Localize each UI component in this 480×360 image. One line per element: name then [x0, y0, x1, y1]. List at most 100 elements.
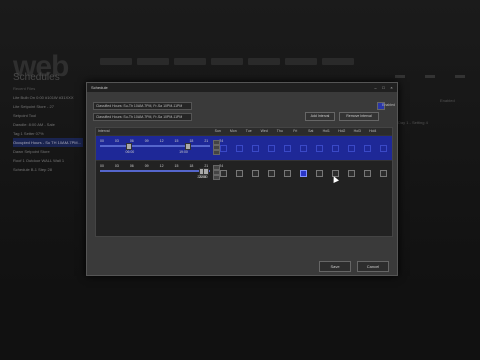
bg-tab[interactable]: [322, 58, 354, 65]
end-time-handle[interactable]: [185, 143, 192, 150]
day-checkbox[interactable]: [268, 145, 275, 152]
remove-interval-button[interactable]: Remove Interval: [339, 112, 379, 121]
day-checkbox[interactable]: [300, 145, 307, 152]
day-checkbox[interactable]: [364, 170, 371, 177]
sidebar-header: Recent Files: [13, 86, 36, 91]
day-checkbox[interactable]: [236, 170, 243, 177]
bg-tab[interactable]: [211, 58, 243, 65]
save-button[interactable]: Save: [319, 261, 351, 272]
day-checkbox[interactable]: [348, 170, 355, 177]
sidebar-item[interactable]: Schedule B-1 Step 28: [13, 165, 83, 174]
bg-tab[interactable]: [285, 58, 317, 65]
interval-grid: Interval Sun Mon Tue Wed Thu Fri Sat Hol1 Hol2 Ho…: [95, 127, 393, 237]
day-header: Hol1: [322, 129, 330, 133]
interval-row[interactable]: 00 03 06 09 12 15 18 21 24 22:00 23:00: [96, 160, 392, 185]
bg-right-tab[interactable]: [395, 75, 405, 78]
sidebar-item[interactable]: Dawdle: 8:00 AM - Sale: [13, 120, 83, 129]
day-checkbox[interactable]: [364, 145, 371, 152]
bg-right-tabs: [395, 75, 465, 78]
sidebar-item[interactable]: Lite Bulb On 0:00 #101W #31XXX: [13, 93, 83, 102]
sidebar-item[interactable]: Roof 1 Outdoor WALL Wall 1: [13, 156, 83, 165]
hour-tick-label: 00: [100, 139, 104, 143]
sidebar-item[interactable]: Tag 1 Setter 07%: [13, 129, 83, 138]
hour-tick-label: 03: [114, 164, 119, 168]
hour-tick-label: 06: [129, 164, 134, 168]
day-checkbox[interactable]: [284, 170, 291, 177]
day-checkbox[interactable]: [316, 145, 323, 152]
day-checkbox[interactable]: [348, 145, 355, 152]
row-spinner-button[interactable]: [213, 150, 220, 155]
hour-tick-label: 00: [100, 164, 104, 168]
add-interval-button[interactable]: Add Interval: [305, 112, 335, 121]
maximize-button[interactable]: □: [381, 85, 386, 90]
day-header: Sun: [214, 129, 221, 133]
day-checkbox[interactable]: [220, 170, 227, 177]
day-checkbox[interactable]: [316, 170, 323, 177]
bg-detail-text: Day 1 - Setting 4: [398, 120, 428, 125]
bg-right-tab[interactable]: [425, 75, 435, 78]
bg-right-tab[interactable]: [455, 75, 465, 78]
sidebar-item[interactable]: Dawn Setpoint Store: [13, 147, 83, 156]
bg-tab[interactable]: [137, 58, 169, 65]
day-header: Fri: [293, 129, 298, 133]
day-checkbox[interactable]: [380, 170, 387, 177]
close-button[interactable]: ×: [389, 85, 394, 90]
day-header: Mon: [229, 129, 237, 133]
dialog-titlebar: Schedule – □ ×: [87, 83, 397, 92]
bg-enabled-check[interactable]: Enabled: [440, 98, 455, 103]
schedule-name-field[interactable]: Classified Hours: Su-Th 10AM-7PM, Fr-Sa …: [93, 102, 192, 110]
time-range-slider[interactable]: [100, 170, 210, 172]
day-checkbox[interactable]: [252, 145, 259, 152]
interval-column-header: Interval: [98, 129, 110, 133]
row-spinner-button[interactable]: [213, 175, 220, 180]
day-headers: Sun Mon Tue Wed Thu Fri Sat Hol1 Hol2 Hol3 Hol4: [210, 128, 381, 135]
hour-tick-label: 15: [174, 164, 179, 168]
day-checkbox[interactable]: [236, 145, 243, 152]
hour-tick-label: 21: [204, 139, 209, 143]
hour-tick-label: 03: [114, 139, 119, 143]
day-header: Thu: [276, 129, 283, 133]
start-time-handle[interactable]: [125, 143, 132, 150]
day-header: Wed: [260, 129, 268, 133]
bg-tab[interactable]: [174, 58, 206, 65]
end-time-label: 19:00: [179, 150, 188, 154]
day-checkbox[interactable]: [252, 170, 259, 177]
end-time-label: 23:00: [197, 175, 207, 179]
time-range-slider[interactable]: [100, 145, 210, 147]
sidebar-item[interactable]: Occupied Hours - Su TH 10AM-7PM...: [13, 138, 83, 147]
hour-tick-label: 12: [159, 139, 164, 143]
day-header: Hol2: [338, 129, 346, 133]
day-header: Hol4: [369, 129, 377, 133]
day-checkbox[interactable]: [380, 145, 387, 152]
page-title: Schedules: [13, 72, 60, 83]
enabled-label: Enabled: [382, 103, 395, 107]
interval-row[interactable]: 00 03 06 09 12 15 18 21 24 06:00 19:00: [96, 135, 392, 160]
sidebar-item[interactable]: Setpoint Tool: [13, 111, 83, 120]
hour-tick-label: 12: [159, 164, 164, 168]
day-checkboxes: [220, 145, 387, 152]
start-time-label: 06:00: [125, 150, 135, 154]
day-checkbox[interactable]: [220, 145, 227, 152]
day-checkbox[interactable]: [268, 170, 275, 177]
bg-tab[interactable]: [100, 58, 132, 65]
hour-ticks: 00 03 06 09 12 15 18 21 24: [100, 139, 223, 143]
day-checkbox[interactable]: [332, 145, 339, 152]
end-time-handle[interactable]: [203, 168, 210, 175]
bg-tab[interactable]: [248, 58, 280, 65]
schedule-description-field[interactable]: Classified Hours: Su-Th 10AM-7PM, Fr-Sa …: [93, 113, 192, 121]
day-checkboxes: [220, 170, 387, 177]
sidebar-list: Lite Bulb On 0:00 #101W #31XXX Lite Setpo…: [13, 93, 83, 174]
bg-tab-strip: [100, 58, 354, 65]
schedule-dialog: Schedule – □ × Classified Hours: Su-Th 1…: [86, 82, 398, 276]
day-header: Tue: [245, 129, 252, 133]
day-checkbox[interactable]: [284, 145, 291, 152]
cancel-button[interactable]: Cancel: [357, 261, 389, 272]
day-checkbox[interactable]: [300, 170, 307, 177]
grid-header: Interval Sun Mon Tue Wed Thu Fri Sat Hol1 Hol2 Ho…: [96, 128, 392, 135]
hour-tick-label: 15: [174, 139, 179, 143]
dialog-title: Schedule: [91, 85, 108, 90]
sidebar-item[interactable]: Lite Setpoint Store - 27: [13, 102, 83, 111]
interval-rows: 00 03 06 09 12 15 18 21 24 06:00 19:00 00 03 06 09 12 15…: [96, 135, 392, 185]
minimize-button[interactable]: –: [373, 85, 378, 90]
hour-tick-label: 09: [144, 139, 149, 143]
